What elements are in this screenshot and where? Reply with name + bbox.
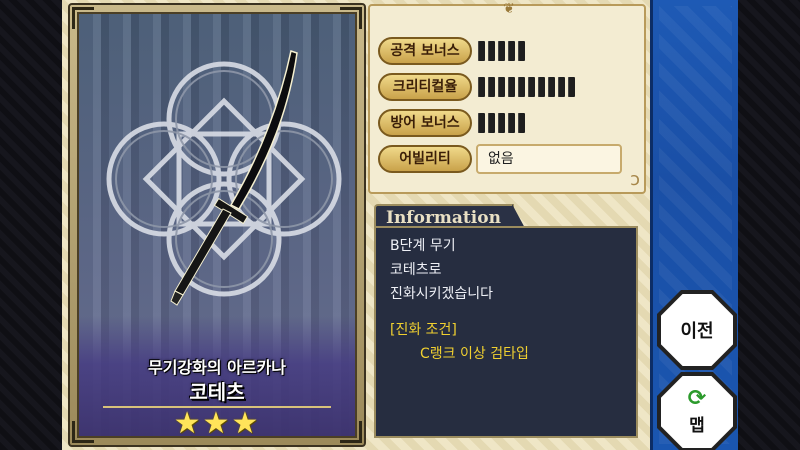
stat-row-ability: 어빌리티 없음 [378,144,638,174]
stat-bar-segment [568,77,575,97]
stat-bar-segment [488,77,495,97]
stat-bar-segment [518,41,525,61]
stat-bar-segment [548,77,555,97]
card-corner-ornament [72,421,94,443]
card-corner-ornament [72,7,94,29]
stat-bar-segment [518,77,525,97]
prev-button-label: 이전 [680,321,714,342]
evolution-condition-text: C랭크 이상 검타입 [420,346,529,362]
ability-label: 어빌리티 [378,145,472,173]
stat-bar-segment [558,77,565,97]
card-name: 코테츠 [189,380,245,404]
left-letterbox [0,0,62,450]
evolution-condition-title: [진화 조건] [390,322,457,338]
panel-curl-ornament-icon: ↄ [630,169,640,190]
stat-bar-segment [538,77,545,97]
stat-row-defense: 방어 보너스 [378,109,638,137]
info-line: B단계 무기 [390,238,456,254]
map-button-label: 맵 [689,415,705,436]
attack-bonus-bars [478,41,525,61]
card-artwork: 무기강화의 아르카나 코테츠 ★★★ [77,12,357,438]
information-panel: B단계 무기 코테츠로 진화시키겠습니다 [진화 조건] C랭크 이상 검타입 [374,226,638,438]
info-line: 코테츠로 [390,262,442,278]
katana-icon [170,50,298,306]
stat-bar-segment [498,113,505,133]
game-screen: 무기강화의 아르카나 코테츠 ★★★ ❦ 공격 보너스 크리티컬율 방어 보너스… [62,0,738,450]
information-tab: Information [374,204,526,230]
side-menu: 이전 ⟳ 맵 [650,0,738,450]
stat-bar-segment [498,41,505,61]
stat-bar-segment [508,41,515,61]
stat-bar-segment [478,41,485,61]
stat-bar-segment [508,113,515,133]
rarity-stars: ★★★ [173,406,261,438]
card-corner-ornament [340,7,362,29]
card-corner-ornament [340,421,362,443]
panel-ornament-icon: ❦ [503,1,515,17]
stat-bar-segment [478,77,485,97]
refresh-icon: ⟳ [687,385,707,411]
stat-row-attack: 공격 보너스 [378,37,638,65]
right-letterbox [738,0,800,450]
stat-bar-segment [528,77,535,97]
critical-rate-label: 크리티컬율 [378,73,472,101]
stat-panel: ❦ 공격 보너스 크리티컬율 방어 보너스 어빌리티 없음 ↄ [368,1,646,194]
stat-bar-segment [488,113,495,133]
stat-row-critical: 크리티컬율 [378,73,638,101]
info-line: 진화시키겠습니다 [390,286,494,302]
arcana-card: 무기강화의 아르카나 코테츠 ★★★ [68,3,366,447]
stat-bar-segment [478,113,485,133]
stat-bar-segment [488,41,495,61]
stat-bar-segment [498,77,505,97]
card-subtitle: 무기강화의 아르카나 [147,358,287,377]
defense-bonus-label: 방어 보너스 [378,109,472,137]
critical-rate-bars [478,77,575,97]
stat-bar-segment [518,113,525,133]
ability-value: 없음 [476,144,622,174]
attack-bonus-label: 공격 보너스 [378,37,472,65]
stat-bar-segment [508,77,515,97]
defense-bonus-bars [478,113,525,133]
